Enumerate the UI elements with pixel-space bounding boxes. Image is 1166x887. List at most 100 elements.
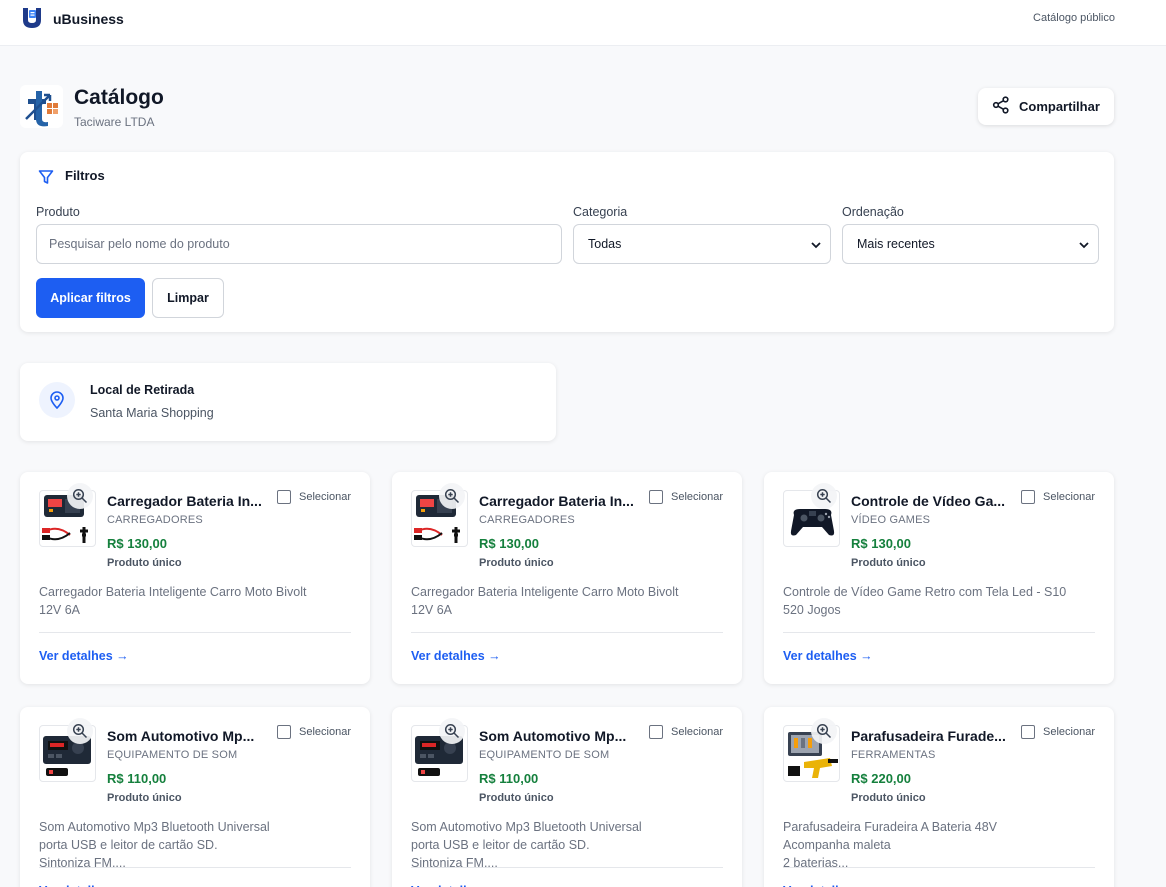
filter-icon (38, 169, 54, 190)
category-select[interactable]: Todas (573, 224, 831, 264)
product-price: R$ 130,00 (479, 536, 539, 551)
apply-filters-button[interactable]: Aplicar filtros (36, 278, 145, 318)
card-divider (39, 867, 351, 868)
select-label[interactable]: Selecionar (1043, 726, 1095, 738)
product-kind: Produto único (479, 557, 554, 569)
pickup-title: Local de Retirada (90, 383, 195, 397)
product-description: Carregador Bateria Inteligente Carro Mot… (411, 583, 711, 619)
product-card: Controle de Vídeo Ga... Selecionar VÍDEO… (764, 472, 1114, 684)
ubusiness-logo-icon[interactable] (20, 6, 44, 30)
public-catalog-link[interactable]: Catálogo público (1033, 12, 1115, 24)
product-category: EQUIPAMENTO DE SOM (107, 749, 238, 761)
description-line: Sintoniza FM.... (411, 856, 498, 870)
zoom-in-icon[interactable] (67, 718, 93, 744)
top-navbar: uBusiness Catálogo público (0, 0, 1166, 46)
product-kind: Produto único (107, 792, 182, 804)
product-card: Carregador Bateria In... Selecionar CARR… (20, 472, 370, 684)
product-price: R$ 110,00 (107, 771, 167, 786)
product-category: CARREGADORES (479, 514, 575, 526)
card-divider (39, 632, 351, 633)
category-selected-value: Todas (588, 237, 622, 251)
product-kind: Produto único (851, 792, 926, 804)
product-name[interactable]: Som Automotivo Mp... (107, 728, 272, 744)
product-description: Carregador Bateria Inteligente Carro Mot… (39, 583, 339, 619)
zoom-in-icon[interactable] (67, 483, 93, 509)
select-checkbox[interactable] (1021, 725, 1035, 739)
select-checkbox[interactable] (649, 490, 663, 504)
product-description: Som Automotivo Mp3 Bluetooth Universal po… (39, 818, 339, 872)
brand-name[interactable]: uBusiness (53, 11, 124, 27)
pickup-location-card: Local de Retirada Santa Maria Shopping (20, 363, 556, 441)
order-select[interactable]: Mais recentes (842, 224, 1099, 264)
card-divider (783, 867, 1095, 868)
product-name[interactable]: Som Automotivo Mp... (479, 728, 644, 744)
description-line: Carregador Bateria Inteligente Carro Mot… (39, 585, 307, 599)
view-details-link[interactable]: Ver detalhes → (411, 649, 501, 663)
product-label: Produto (36, 205, 80, 219)
product-category: CARREGADORES (107, 514, 203, 526)
share-label: Compartilhar (1019, 99, 1100, 114)
product-description: Parafusadeira Furadeira A Bateria 48V Aco… (783, 818, 1083, 872)
product-search-input[interactable] (36, 224, 562, 264)
view-details-link[interactable]: Ver detalhes → (783, 649, 873, 663)
pickup-place: Santa Maria Shopping (90, 406, 214, 420)
product-name[interactable]: Parafusadeira Furade... (851, 728, 1016, 744)
chevron-down-icon (1078, 239, 1090, 254)
description-line: 2 baterias... (783, 856, 849, 870)
product-name[interactable]: Controle de Vídeo Ga... (851, 493, 1016, 509)
product-category: VÍDEO GAMES (851, 514, 931, 526)
product-card: Som Automotivo Mp... Selecionar EQUIPAME… (392, 707, 742, 887)
share-icon (992, 96, 1010, 117)
chevron-down-icon (810, 239, 822, 254)
order-selected-value: Mais recentes (857, 237, 935, 251)
product-card: Som Automotivo Mp... Selecionar EQUIPAME… (20, 707, 370, 887)
select-label[interactable]: Selecionar (671, 491, 723, 503)
description-line: porta USB e leitor de cartão SD. (411, 838, 590, 852)
location-pin-icon (39, 382, 75, 418)
card-divider (411, 867, 723, 868)
select-checkbox[interactable] (649, 725, 663, 739)
description-line: Som Automotivo Mp3 Bluetooth Universal (411, 820, 642, 834)
select-label[interactable]: Selecionar (671, 726, 723, 738)
select-label[interactable]: Selecionar (1043, 491, 1095, 503)
zoom-in-icon[interactable] (811, 483, 837, 509)
zoom-in-icon[interactable] (811, 718, 837, 744)
filters-panel: Filtros Produto Categoria Todas Ordenaçã… (20, 152, 1114, 332)
page-title: Catálogo (74, 86, 164, 109)
description-line: porta USB e leitor de cartão SD. (39, 838, 218, 852)
product-category: EQUIPAMENTO DE SOM (479, 749, 610, 761)
filters-title: Filtros (65, 168, 105, 183)
select-checkbox[interactable] (277, 490, 291, 504)
description-line: Parafusadeira Furadeira A Bateria 48V (783, 820, 998, 834)
product-name[interactable]: Carregador Bateria In... (107, 493, 272, 509)
description-line: Sintoniza FM.... (39, 856, 126, 870)
description-line: 12V 6A (39, 603, 81, 617)
product-card: Parafusadeira Furade... Selecionar FERRA… (764, 707, 1114, 887)
description-line: 12V 6A (411, 603, 453, 617)
category-label: Categoria (573, 205, 628, 219)
product-kind: Produto único (479, 792, 554, 804)
product-price: R$ 110,00 (479, 771, 539, 786)
select-checkbox[interactable] (1021, 490, 1035, 504)
product-description: Som Automotivo Mp3 Bluetooth Universal po… (411, 818, 711, 872)
view-details-link[interactable]: Ver detalhes → (39, 649, 129, 663)
share-button[interactable]: Compartilhar (978, 88, 1114, 125)
product-category: FERRAMENTAS (851, 749, 936, 761)
description-line: Acompanha maleta (783, 838, 891, 852)
select-checkbox[interactable] (277, 725, 291, 739)
zoom-in-icon[interactable] (439, 718, 465, 744)
product-price: R$ 220,00 (851, 771, 911, 786)
clear-filters-button[interactable]: Limpar (152, 278, 224, 318)
product-description: Controle de Vídeo Game Retro com Tela Le… (783, 583, 1083, 619)
description-line: Som Automotivo Mp3 Bluetooth Universal (39, 820, 270, 834)
company-name: Taciware LTDA (74, 115, 155, 129)
description-line: Carregador Bateria Inteligente Carro Mot… (411, 585, 679, 599)
order-label: Ordenação (842, 205, 904, 219)
zoom-in-icon[interactable] (439, 483, 465, 509)
product-card: Carregador Bateria In... Selecionar CARR… (392, 472, 742, 684)
select-label[interactable]: Selecionar (299, 491, 351, 503)
product-name[interactable]: Carregador Bateria In... (479, 493, 644, 509)
product-kind: Produto único (851, 557, 926, 569)
select-label[interactable]: Selecionar (299, 726, 351, 738)
description-line: Controle de Vídeo Game Retro com Tela Le… (783, 585, 1067, 599)
